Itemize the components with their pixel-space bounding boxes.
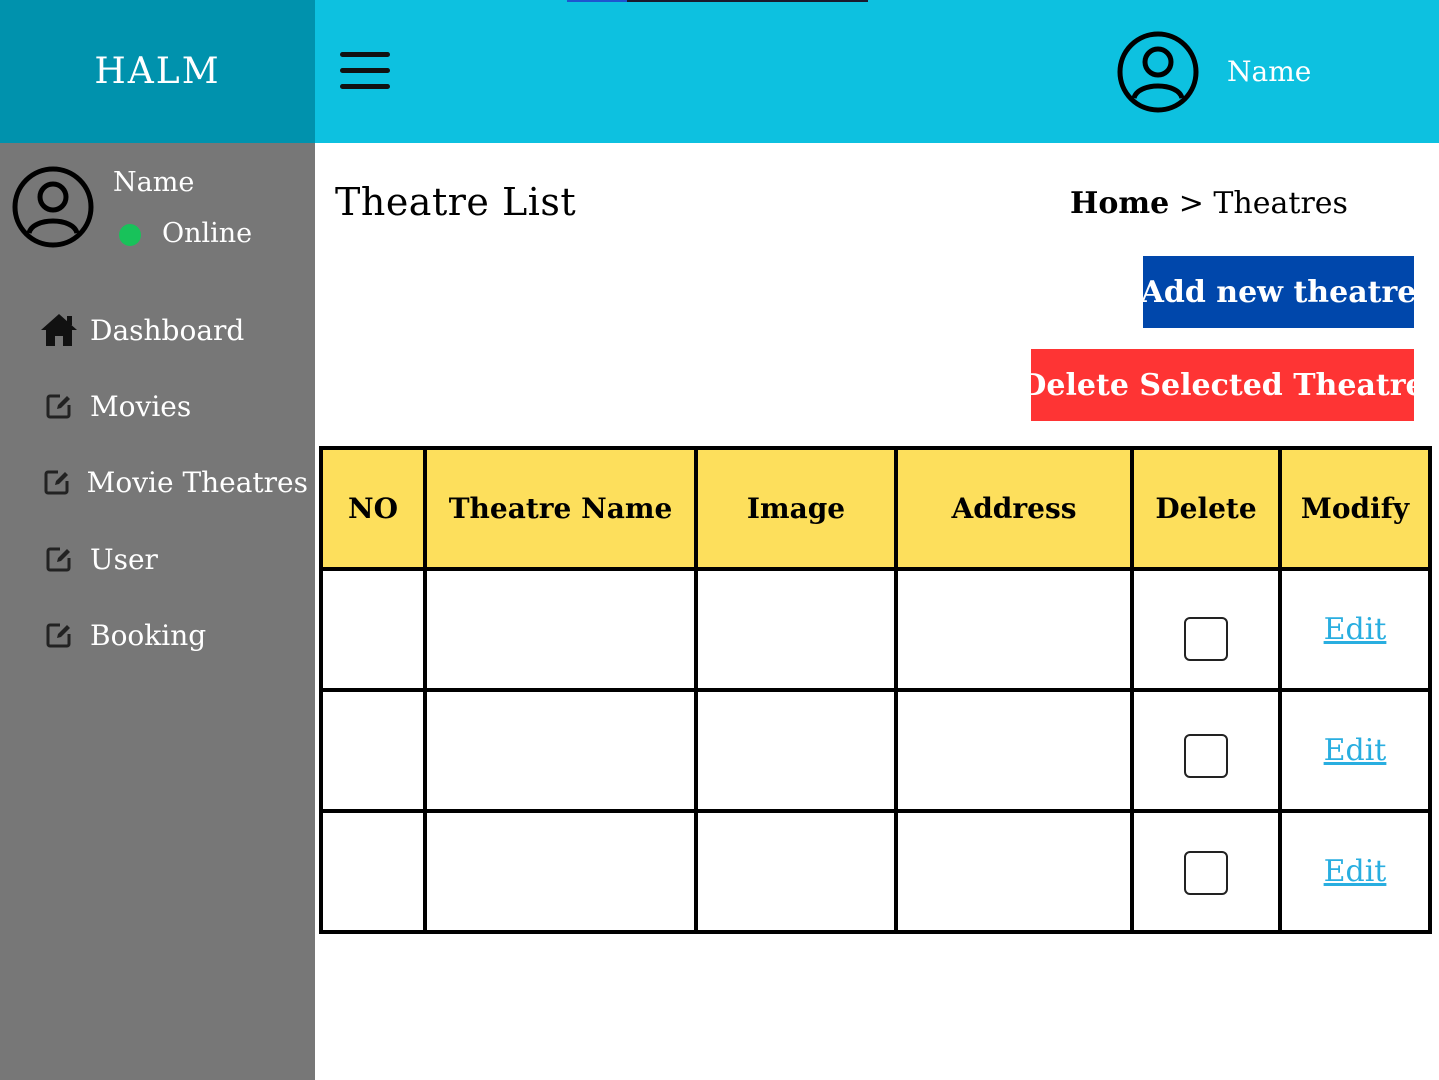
cell-theatre-name (423, 809, 698, 934)
table-row: Edit (319, 567, 1432, 692)
table-row: Edit (319, 688, 1432, 813)
edit-icon (38, 462, 77, 502)
theatre-table: NO Theatre Name Image Address Delete Mod… (319, 446, 1432, 934)
column-header-theatre-name: Theatre Name (423, 446, 698, 571)
cell-no (319, 688, 427, 813)
cell-address (894, 688, 1134, 813)
add-theatre-button[interactable]: Add new theatre (1141, 256, 1416, 328)
breadcrumb-home-link[interactable]: Home (1070, 186, 1169, 221)
cell-no (319, 567, 427, 692)
sidebar-item-booking[interactable]: Booking (38, 613, 308, 657)
delete-select-checkbox[interactable] (1184, 616, 1228, 661)
breadcrumb: Home > Theatres (1070, 186, 1348, 221)
cell-modify: Edit (1278, 809, 1432, 934)
cell-theatre-name (423, 688, 698, 813)
column-header-modify: Modify (1278, 446, 1432, 571)
cell-modify: Edit (1278, 567, 1432, 692)
cell-address (894, 567, 1134, 692)
edit-icon (38, 615, 80, 655)
brand-panel: HALM (0, 0, 315, 143)
delete-select-checkbox[interactable] (1184, 850, 1228, 895)
online-status-text: Online (162, 218, 253, 249)
hamburger-menu-button[interactable] (340, 48, 392, 92)
cell-address (894, 809, 1134, 934)
column-header-delete: Delete (1130, 446, 1282, 571)
home-icon (38, 310, 80, 350)
sidebar-item-movie-theatres[interactable]: Movie Theatres (38, 460, 308, 504)
hamburger-icon (340, 52, 390, 57)
sidebar-item-label: Movies (90, 389, 192, 423)
edit-icon (38, 539, 80, 579)
edit-icon (38, 386, 80, 426)
brand-logo-text: HALM (94, 51, 221, 92)
cell-delete (1130, 809, 1282, 934)
sidebar-item-movies[interactable]: Movies (38, 384, 308, 428)
delete-selected-theatre-button[interactable]: Delete Selected Theatre (1020, 349, 1425, 421)
sidebar-item-label: User (90, 542, 158, 576)
table-header-row: NO Theatre Name Image Address Delete Mod… (319, 446, 1432, 571)
cell-image (694, 567, 898, 692)
hamburger-icon-bar (340, 84, 390, 89)
sidebar-item-user[interactable]: User (38, 537, 308, 581)
sidebar-avatar-icon (11, 165, 95, 249)
top-accent-line-dark (627, 0, 868, 2)
sidebar-username: Name (113, 167, 195, 198)
delete-select-checkbox[interactable] (1184, 733, 1228, 778)
sidebar-item-dashboard[interactable]: Dashboard (38, 308, 308, 352)
edit-link[interactable]: Edit (1324, 612, 1387, 647)
cell-image (694, 809, 898, 934)
edit-link[interactable]: Edit (1324, 854, 1387, 889)
cell-modify: Edit (1278, 688, 1432, 813)
cell-theatre-name (423, 567, 698, 692)
online-status-dot-icon (119, 224, 141, 246)
cell-image (694, 688, 898, 813)
breadcrumb-separator: > (1178, 186, 1204, 221)
sidebar (0, 143, 315, 1080)
cell-delete (1130, 567, 1282, 692)
cell-no (319, 809, 427, 934)
user-avatar-icon[interactable] (1116, 30, 1200, 114)
column-header-no: NO (319, 446, 427, 571)
edit-link[interactable]: Edit (1324, 733, 1387, 768)
table-row: Edit (319, 809, 1432, 934)
top-accent-line (567, 0, 627, 2)
column-header-image: Image (694, 446, 898, 571)
sidebar-item-label: Dashboard (90, 313, 245, 347)
column-header-address: Address (894, 446, 1134, 571)
sidebar-item-label: Movie Theatres (86, 465, 308, 499)
hamburger-icon-bar (340, 68, 390, 73)
header-username[interactable]: Name (1227, 55, 1311, 88)
page-title: Theatre List (335, 180, 577, 224)
sidebar-item-label: Booking (90, 618, 207, 652)
breadcrumb-current: Theatres (1213, 186, 1348, 221)
cell-delete (1130, 688, 1282, 813)
